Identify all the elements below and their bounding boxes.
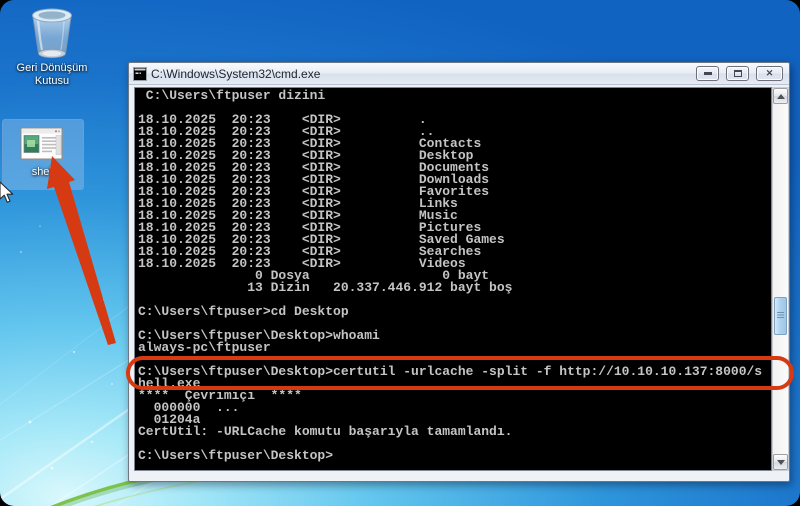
console-line: 13 Dizin 20.337.446.912 bayt boş — [138, 282, 771, 294]
desktop: Geri Dönüşüm Kutusu shell — [0, 0, 800, 506]
console-line: CertUtil: -URLCache komutu başarıyla tam… — [138, 426, 771, 438]
desktop-icon-recycle-bin[interactable]: Geri Dönüşüm Kutusu — [6, 6, 98, 88]
chevron-down-icon — [777, 460, 785, 465]
shell-icon-label: shell — [32, 166, 55, 179]
console-line: C:\Users\ftpuser>cd Desktop — [138, 306, 771, 318]
console-line: C:\Users\ftpuser\Desktop> — [138, 450, 771, 462]
console-output[interactable]: C:\Users\ftpuser dizini18.10.2025 20:23 … — [134, 87, 772, 471]
cmd-window: C:\Windows\System32\cmd.exe ✕ C:\Users\f… — [128, 62, 790, 482]
title-bar[interactable]: C:\Windows\System32\cmd.exe ✕ — [129, 63, 789, 85]
close-icon: ✕ — [766, 69, 774, 78]
window-title: C:\Windows\System32\cmd.exe — [151, 67, 320, 81]
shell-app-icon — [20, 127, 66, 163]
console-line: 000000 ... — [138, 402, 771, 414]
close-button[interactable]: ✕ — [756, 66, 783, 81]
scroll-down-button[interactable] — [773, 454, 788, 470]
console-line: C:\Users\ftpuser dizini — [138, 90, 771, 102]
recycle-bin-icon — [25, 6, 79, 62]
maximize-button[interactable] — [726, 66, 749, 81]
cmd-icon — [133, 67, 147, 81]
console-line: always-pc\ftpuser — [138, 342, 771, 354]
scrollbar-thumb[interactable] — [774, 297, 787, 335]
recycle-bin-label: Geri Dönüşüm Kutusu — [6, 62, 98, 88]
desktop-icon-shell[interactable]: shell — [2, 119, 84, 190]
chevron-up-icon — [777, 94, 785, 99]
minimize-button[interactable] — [696, 66, 719, 81]
maximize-icon — [734, 70, 742, 77]
window-controls: ✕ — [696, 66, 789, 81]
console-line: C:\Users\ftpuser\Desktop>certutil -urlca… — [138, 366, 771, 378]
minimize-icon — [704, 72, 712, 75]
scrollbar[interactable] — [772, 87, 789, 471]
scroll-up-button[interactable] — [773, 88, 788, 104]
